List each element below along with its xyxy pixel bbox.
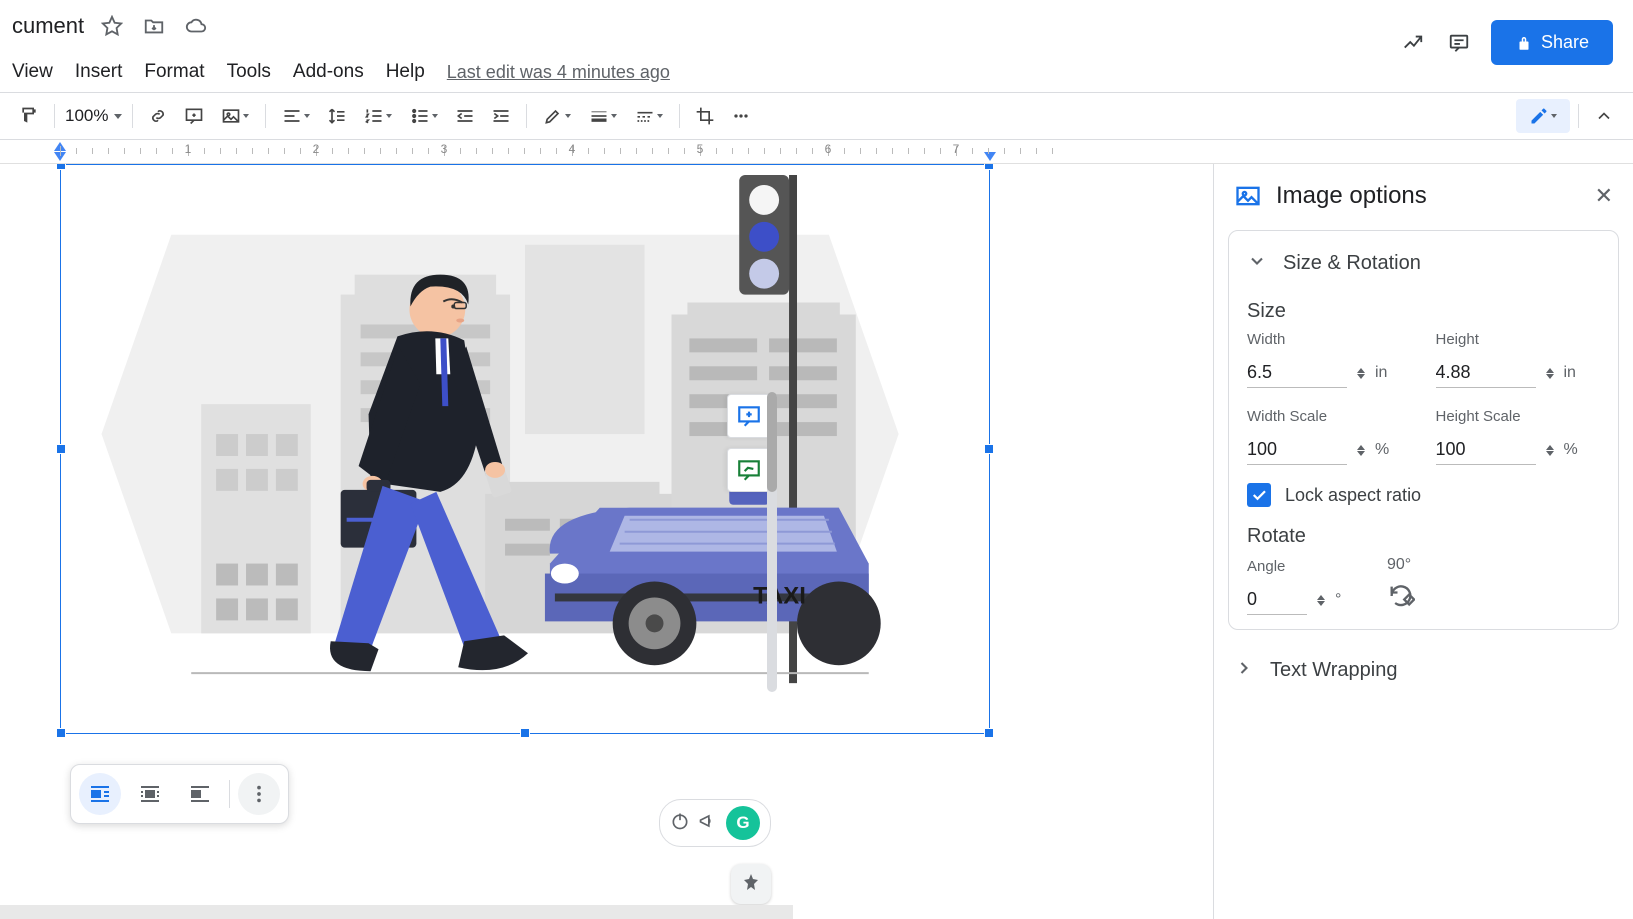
resize-handle-bc[interactable]	[520, 728, 530, 738]
rotate-90-icon[interactable]	[1387, 597, 1415, 614]
height-scale-label: Height Scale	[1436, 408, 1601, 425]
width-unit: in	[1375, 364, 1387, 382]
indent-decrease-icon[interactable]	[448, 99, 482, 133]
line-spacing-icon[interactable]	[320, 99, 354, 133]
rotate-heading: Rotate	[1247, 525, 1600, 548]
height-unit: in	[1564, 364, 1576, 382]
zoom-select[interactable]: 100%	[63, 100, 124, 132]
width-scale-unit: %	[1375, 441, 1389, 459]
bottom-scroll-track[interactable]	[0, 905, 793, 919]
angle-unit: °	[1335, 591, 1341, 609]
grammarly-badge-icon[interactable]: G	[726, 806, 760, 840]
close-icon[interactable]: ✕	[1595, 183, 1613, 209]
width-scale-label: Width Scale	[1247, 408, 1412, 425]
menu-tools[interactable]: Tools	[227, 61, 271, 83]
menu-view[interactable]: View	[12, 61, 53, 83]
activity-icon[interactable]	[1399, 29, 1427, 57]
edit-mode-icon[interactable]	[1516, 99, 1570, 133]
image-options-panel: Image options ✕ Size & Rotation Size Wid…	[1213, 164, 1633, 919]
doc-title[interactable]: cument	[12, 13, 84, 39]
menu-format[interactable]: Format	[144, 61, 204, 83]
grammarly-bar[interactable]: G	[659, 799, 771, 847]
section-size-rotation[interactable]: Size & Rotation	[1247, 245, 1600, 282]
taxi-label: TAXI	[753, 582, 806, 609]
share-button[interactable]: Share	[1491, 20, 1613, 65]
bullet-list-icon[interactable]	[402, 99, 446, 133]
resize-handle-mr[interactable]	[984, 444, 994, 454]
angle-stepper[interactable]	[1317, 595, 1325, 606]
explore-button-icon[interactable]	[731, 864, 771, 904]
inline-wrap-break-icon[interactable]	[129, 773, 171, 815]
resize-handle-bl[interactable]	[56, 728, 66, 738]
vertical-scrollbar[interactable]	[767, 392, 777, 692]
border-color-icon[interactable]	[535, 99, 579, 133]
resize-handle-ml[interactable]	[56, 444, 66, 454]
inline-more-icon[interactable]	[238, 773, 280, 815]
paint-format-icon[interactable]	[12, 99, 46, 133]
width-input[interactable]	[1247, 358, 1347, 388]
grammarly-announce-icon[interactable]	[698, 811, 718, 836]
lock-aspect-checkbox[interactable]	[1247, 483, 1271, 507]
height-scale-stepper[interactable]	[1546, 445, 1554, 456]
zoom-value: 100%	[65, 106, 108, 126]
rotate-90-label: 90°	[1387, 556, 1415, 574]
resize-handle-tl[interactable]	[56, 164, 66, 170]
horizontal-ruler[interactable]: 1234567	[0, 140, 1633, 164]
width-label: Width	[1247, 331, 1412, 348]
indent-increase-icon[interactable]	[484, 99, 518, 133]
cloud-status-icon[interactable]	[182, 12, 210, 40]
border-dash-icon[interactable]	[627, 99, 671, 133]
image-icon[interactable]	[213, 99, 257, 133]
illustration-content: TAXI	[71, 175, 979, 723]
last-edit-link[interactable]: Last edit was 4 minutes ago	[447, 62, 670, 83]
grammarly-power-icon[interactable]	[670, 811, 690, 836]
star-icon[interactable]	[98, 12, 126, 40]
move-folder-icon[interactable]	[140, 12, 168, 40]
section-text-wrapping[interactable]: Text Wrapping	[1228, 644, 1619, 697]
width-scale-input[interactable]	[1247, 435, 1347, 465]
comment-icon[interactable]	[177, 99, 211, 133]
size-heading: Size	[1247, 300, 1600, 323]
link-icon[interactable]	[141, 99, 175, 133]
share-label: Share	[1541, 32, 1589, 53]
image-options-icon	[1234, 182, 1262, 210]
comments-icon[interactable]	[1445, 29, 1473, 57]
section-size-rot-label: Size & Rotation	[1283, 252, 1421, 275]
width-scale-stepper[interactable]	[1357, 445, 1365, 456]
chevron-right-icon	[1234, 658, 1254, 683]
inline-wrap-behind-icon[interactable]	[179, 773, 221, 815]
height-input[interactable]	[1436, 358, 1536, 388]
add-comment-side-icon[interactable]	[727, 394, 771, 438]
width-stepper[interactable]	[1357, 368, 1365, 379]
more-icon[interactable]	[724, 99, 758, 133]
menu-insert[interactable]: Insert	[75, 61, 123, 83]
height-label: Height	[1436, 331, 1601, 348]
lock-aspect-label: Lock aspect ratio	[1285, 485, 1421, 506]
ruler-right-margin-icon[interactable]	[984, 152, 996, 161]
angle-label: Angle	[1247, 558, 1357, 575]
angle-input[interactable]	[1247, 585, 1307, 615]
menu-help[interactable]: Help	[386, 61, 425, 83]
selected-image[interactable]: TAXI	[60, 164, 990, 734]
numbered-list-icon[interactable]	[356, 99, 400, 133]
panel-title: Image options	[1276, 182, 1427, 210]
text-wrap-label: Text Wrapping	[1270, 659, 1397, 682]
document-canvas[interactable]: TAXI	[0, 164, 1213, 919]
chevron-down-icon	[1247, 251, 1267, 276]
resize-handle-tr[interactable]	[984, 164, 994, 170]
inline-wrap-inline-icon[interactable]	[79, 773, 121, 815]
crop-icon[interactable]	[688, 99, 722, 133]
border-weight-icon[interactable]	[581, 99, 625, 133]
height-scale-input[interactable]	[1436, 435, 1536, 465]
menu-addons[interactable]: Add-ons	[293, 61, 364, 83]
collapse-icon[interactable]	[1587, 99, 1621, 133]
height-scale-unit: %	[1564, 441, 1578, 459]
height-stepper[interactable]	[1546, 368, 1554, 379]
resize-handle-br[interactable]	[984, 728, 994, 738]
align-icon[interactable]	[274, 99, 318, 133]
suggest-side-icon[interactable]	[727, 448, 771, 492]
toolbar: 100%	[0, 92, 1633, 140]
image-inline-toolbar	[70, 764, 289, 824]
